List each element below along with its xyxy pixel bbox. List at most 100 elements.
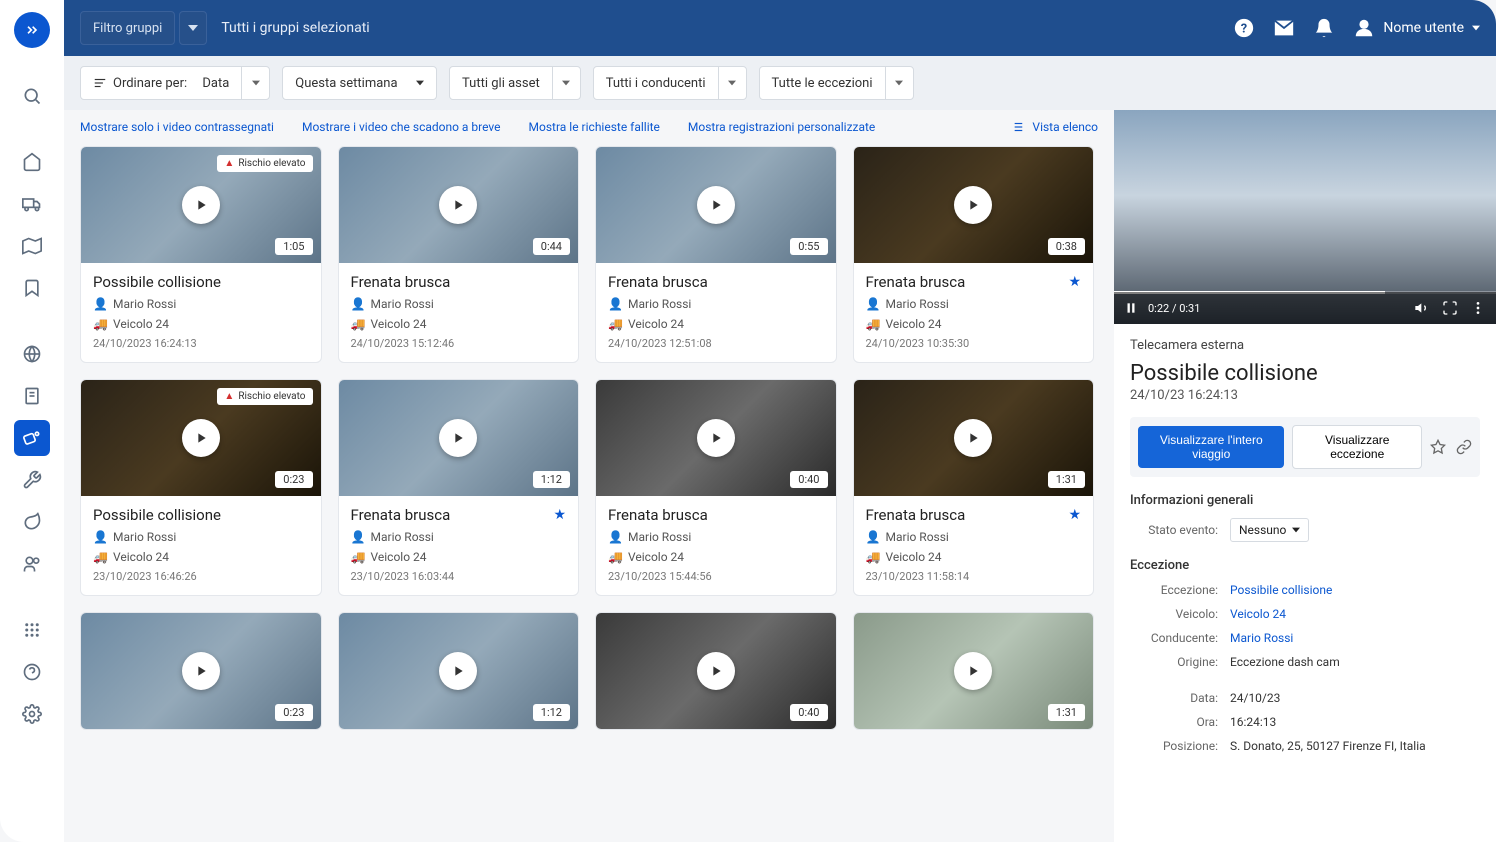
filter-groups-caret[interactable]	[179, 11, 207, 45]
video-card[interactable]: 1:31Frenata brusca★👤Mario Rossi🚚Veicolo …	[853, 379, 1095, 596]
pause-icon[interactable]	[1124, 301, 1138, 315]
vehicle-name: Veicolo 24	[113, 550, 169, 564]
help-circle-icon[interactable]: ?	[1233, 17, 1255, 39]
link-failed-requests[interactable]: Mostra le richieste fallite	[529, 120, 660, 134]
exceptions-dropdown[interactable]: Tutte le eccezioni	[759, 66, 914, 100]
play-button[interactable]	[439, 652, 477, 690]
wrench-icon[interactable]	[14, 462, 50, 498]
filter-status-text: Tutti i gruppi selezionati	[221, 20, 369, 36]
video-card[interactable]: 0:55Frenata brusca👤Mario Rossi🚚Veicolo 2…	[595, 146, 837, 363]
link-expiring-videos[interactable]: Mostrare i video che scadono a breve	[302, 120, 501, 134]
view-exception-button[interactable]: Visualizzare eccezione	[1292, 425, 1422, 469]
bookmark-icon[interactable]	[14, 270, 50, 306]
play-button[interactable]	[697, 419, 735, 457]
exception-link[interactable]: Possibile collisione	[1230, 583, 1332, 597]
toolbar: Ordinare per: Data Questa settimana Tutt…	[64, 56, 1496, 110]
driver-name: Mario Rossi	[886, 530, 949, 544]
settings-icon[interactable]	[14, 696, 50, 732]
more-icon[interactable]	[1470, 300, 1486, 316]
driver-name: Mario Rossi	[628, 297, 691, 311]
play-button[interactable]	[697, 652, 735, 690]
topbar: Filtro gruppi Tutti i gruppi selezionati…	[64, 0, 1496, 56]
card-timestamp: 24/10/2023 10:35:30	[866, 337, 1082, 350]
duration-badge: 0:23	[275, 471, 312, 488]
list-view-toggle[interactable]: Vista elenco	[1010, 120, 1098, 134]
person-icon: 👤	[608, 297, 622, 311]
duration-badge: 1:12	[533, 704, 570, 721]
play-button[interactable]	[954, 186, 992, 224]
volume-icon[interactable]	[1414, 300, 1430, 316]
bell-icon[interactable]	[1313, 17, 1335, 39]
search-icon[interactable]	[14, 78, 50, 114]
video-card[interactable]: 1:12Frenata brusca★👤Mario Rossi🚚Veicolo …	[338, 379, 580, 596]
video-card[interactable]: 1:31	[853, 612, 1095, 730]
vehicle-name: Veicolo 24	[113, 317, 169, 331]
video-card[interactable]: 0:40Frenata brusca👤Mario Rossi🚚Veicolo 2…	[595, 379, 837, 596]
user-menu[interactable]: Nome utente	[1353, 17, 1480, 39]
section-general: Informazioni generali	[1130, 493, 1480, 508]
period-dropdown[interactable]: Questa settimana	[282, 66, 437, 100]
driver-name: Mario Rossi	[628, 530, 691, 544]
video-card[interactable]: 0:44Frenata brusca👤Mario Rossi🚚Veicolo 2…	[338, 146, 580, 363]
play-button[interactable]	[954, 652, 992, 690]
truck-icon[interactable]	[14, 186, 50, 222]
status-select[interactable]: Nessuno	[1230, 518, 1309, 542]
user-icon	[1353, 17, 1375, 39]
sort-dropdown[interactable]: Ordinare per: Data	[80, 66, 270, 100]
star-icon: ★	[1068, 274, 1081, 290]
video-player[interactable]: 0:22 / 0:31	[1114, 110, 1496, 324]
driver-name: Mario Rossi	[371, 530, 434, 544]
truck-small-icon: 🚚	[608, 550, 622, 564]
video-card[interactable]: 0:38Frenata brusca★👤Mario Rossi🚚Veicolo …	[853, 146, 1095, 363]
filter-groups-button[interactable]: Filtro gruppi	[80, 11, 175, 45]
duration-badge: 1:12	[533, 471, 570, 488]
video-time: 0:22 / 0:31	[1148, 302, 1200, 315]
truck-small-icon: 🚚	[866, 550, 880, 564]
play-button[interactable]	[439, 419, 477, 457]
mail-icon[interactable]	[1273, 17, 1295, 39]
play-button[interactable]	[182, 186, 220, 224]
card-title: Frenata brusca	[866, 273, 966, 291]
help-icon[interactable]	[14, 654, 50, 690]
duration-badge: 1:31	[1048, 471, 1085, 488]
apps-icon[interactable]	[14, 612, 50, 648]
vehicle-link[interactable]: Veicolo 24	[1230, 607, 1286, 621]
link-button[interactable]	[1456, 439, 1472, 455]
leaf-icon[interactable]	[14, 504, 50, 540]
person-icon: 👤	[866, 297, 880, 311]
link-custom-recordings[interactable]: Mostra registrazioni personalizzate	[688, 120, 875, 134]
video-card[interactable]: ▲Rischio elevato1:05Possibile collisione…	[80, 146, 322, 363]
fullscreen-icon[interactable]	[1442, 300, 1458, 316]
play-button[interactable]	[954, 419, 992, 457]
star-button[interactable]	[1430, 439, 1446, 455]
map-icon[interactable]	[14, 228, 50, 264]
expand-sidebar-button[interactable]	[14, 12, 50, 48]
camera-nav-icon[interactable]	[14, 420, 50, 456]
video-card[interactable]: 1:12	[338, 612, 580, 730]
link-marked-videos[interactable]: Mostrare solo i video contrassegnati	[80, 120, 274, 134]
report-icon[interactable]	[14, 378, 50, 414]
card-title: Frenata brusca	[351, 273, 451, 291]
video-card[interactable]: 0:23	[80, 612, 322, 730]
play-button[interactable]	[182, 419, 220, 457]
filter-links-row: Mostrare solo i video contrassegnati Mos…	[80, 110, 1098, 146]
truck-small-icon: 🚚	[608, 317, 622, 331]
video-card[interactable]: 0:40	[595, 612, 837, 730]
drivers-dropdown[interactable]: Tutti i conducenti	[593, 66, 747, 100]
home-icon[interactable]	[14, 144, 50, 180]
globe-icon[interactable]	[14, 336, 50, 372]
camera-label: Telecamera esterna	[1130, 338, 1480, 353]
card-title: Possibile collisione	[93, 273, 221, 291]
driver-link[interactable]: Mario Rossi	[1230, 631, 1293, 645]
play-button[interactable]	[697, 186, 735, 224]
video-card[interactable]: ▲Rischio elevato0:23Possibile collisione…	[80, 379, 322, 596]
driver-name: Mario Rossi	[113, 530, 176, 544]
view-trip-button[interactable]: Visualizzare l'intero viaggio	[1138, 426, 1284, 468]
assets-dropdown[interactable]: Tutti gli asset	[449, 66, 581, 100]
users-icon[interactable]	[14, 546, 50, 582]
play-button[interactable]	[439, 186, 477, 224]
truck-small-icon: 🚚	[93, 317, 107, 331]
duration-badge: 0:23	[275, 704, 312, 721]
person-icon: 👤	[93, 530, 107, 544]
play-button[interactable]	[182, 652, 220, 690]
